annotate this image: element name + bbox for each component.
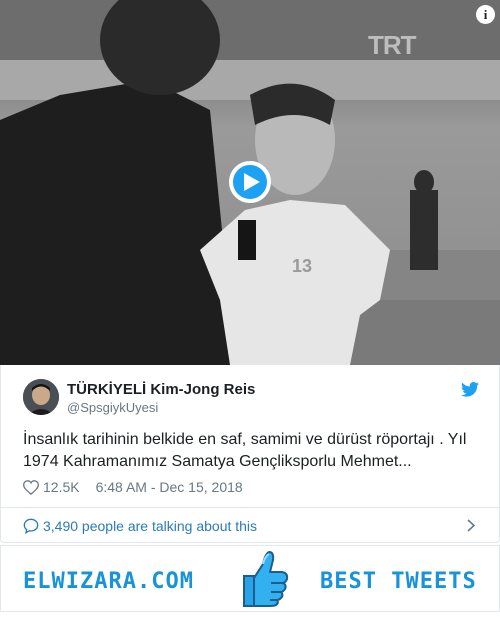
twitter-bird-icon[interactable] — [461, 382, 479, 397]
channel-watermark: TRT — [368, 30, 417, 60]
avatar[interactable] — [23, 379, 59, 415]
tweet-embed: 13 TRT i TÜRKİYELİ Kim-Jong Reis @Spsgiy… — [0, 0, 500, 617]
best-tweets-label[interactable]: BEST TWEETS — [320, 569, 477, 594]
speech-bubble-icon — [23, 518, 39, 534]
tweet-text: İnsanlık tarihinin belkide en saf, samim… — [23, 431, 467, 470]
video-player[interactable]: 13 TRT i — [0, 0, 500, 365]
heart-icon[interactable] — [23, 479, 39, 495]
talking-about-link[interactable]: 3,490 people are talking about this — [0, 507, 500, 543]
tweet-card: TÜRKİYELİ Kim-Jong Reis @SpsgiykUyesi İn… — [0, 365, 500, 507]
play-button[interactable] — [229, 161, 271, 203]
chevron-right-icon[interactable] — [467, 519, 475, 532]
talking-about-text[interactable]: 3,490 people are talking about this — [43, 518, 257, 534]
tweet-meta: 12.5K 6:48 AM - Dec 15, 2018 — [23, 478, 243, 496]
tweet-timestamp[interactable]: 6:48 AM - Dec 15, 2018 — [96, 479, 243, 495]
site-name[interactable]: ELWIZARA.COM — [23, 569, 194, 594]
like-count[interactable]: 12.5K — [43, 479, 80, 495]
display-name[interactable]: TÜRKİYELİ Kim-Jong Reis — [67, 381, 255, 398]
info-icon[interactable]: i — [476, 5, 495, 24]
user-handle[interactable]: @SpsgiykUyesi — [67, 400, 158, 415]
thumbs-up-icon — [243, 551, 289, 607]
play-icon — [244, 173, 260, 191]
promo-banner[interactable]: ELWIZARA.COM BEST TWEETS — [0, 545, 500, 612]
jersey-number: 13 — [292, 256, 312, 276]
avatar-image — [23, 379, 59, 415]
